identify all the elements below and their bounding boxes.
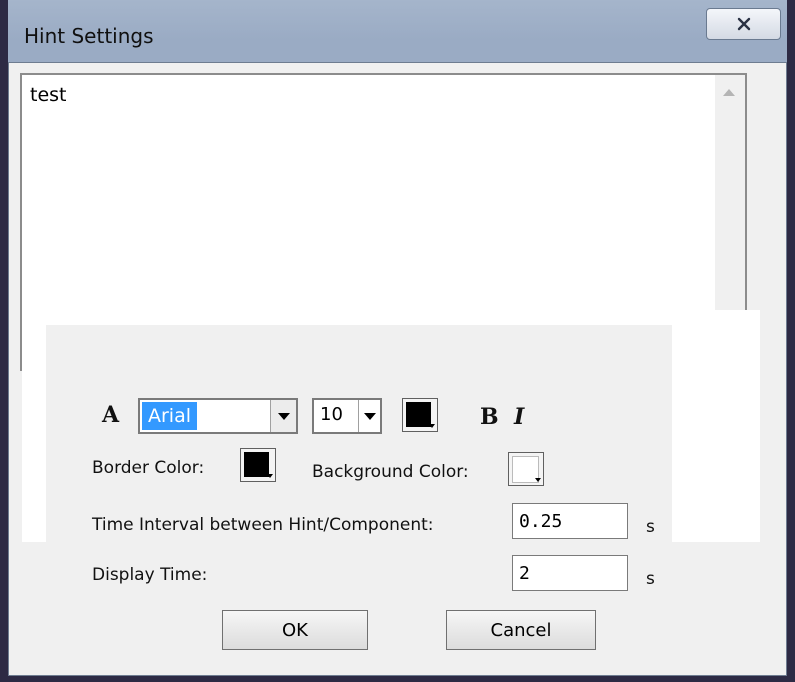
font-icon: A [102, 402, 120, 428]
border-color-picker[interactable] [240, 448, 276, 482]
title-bar: Hint Settings [8, 0, 787, 62]
chevron-down-icon [277, 412, 290, 420]
font-color-fill [406, 402, 431, 427]
chevron-down-icon [363, 412, 376, 420]
display-time-unit: s [646, 569, 655, 589]
font-family-value: Arial [142, 402, 198, 430]
ok-button[interactable]: OK [222, 610, 368, 650]
chevron-down-icon [429, 424, 435, 428]
cancel-button[interactable]: Cancel [446, 610, 596, 650]
italic-button[interactable]: I [514, 404, 524, 430]
display-time-label: Display Time: [92, 565, 208, 585]
font-color-picker[interactable] [402, 398, 438, 432]
bold-button[interactable]: B [480, 404, 499, 430]
font-size-select[interactable]: 10 [312, 398, 382, 434]
time-interval-label: Time Interval between Hint/Component: [92, 515, 434, 535]
background-color-label: Background Color: [312, 462, 469, 482]
chevron-down-icon [535, 478, 541, 482]
font-family-dropdown-button[interactable] [270, 400, 296, 432]
time-interval-unit: s [646, 517, 655, 537]
close-icon [737, 17, 750, 31]
dialog-title: Hint Settings [24, 24, 154, 48]
scroll-up-arrow-icon[interactable] [723, 89, 735, 96]
background-color-picker[interactable] [508, 452, 544, 486]
close-button[interactable] [706, 8, 781, 40]
hint-text: test [30, 84, 67, 106]
font-family-select[interactable]: Arial [138, 398, 298, 434]
border-color-label: Border Color: [92, 458, 205, 478]
time-interval-input[interactable] [512, 503, 628, 539]
font-size-value: 10 [320, 404, 343, 425]
font-size-dropdown-button[interactable] [358, 400, 380, 432]
chevron-down-icon [267, 474, 273, 478]
border-color-fill [244, 452, 269, 477]
display-time-input[interactable] [512, 555, 628, 591]
